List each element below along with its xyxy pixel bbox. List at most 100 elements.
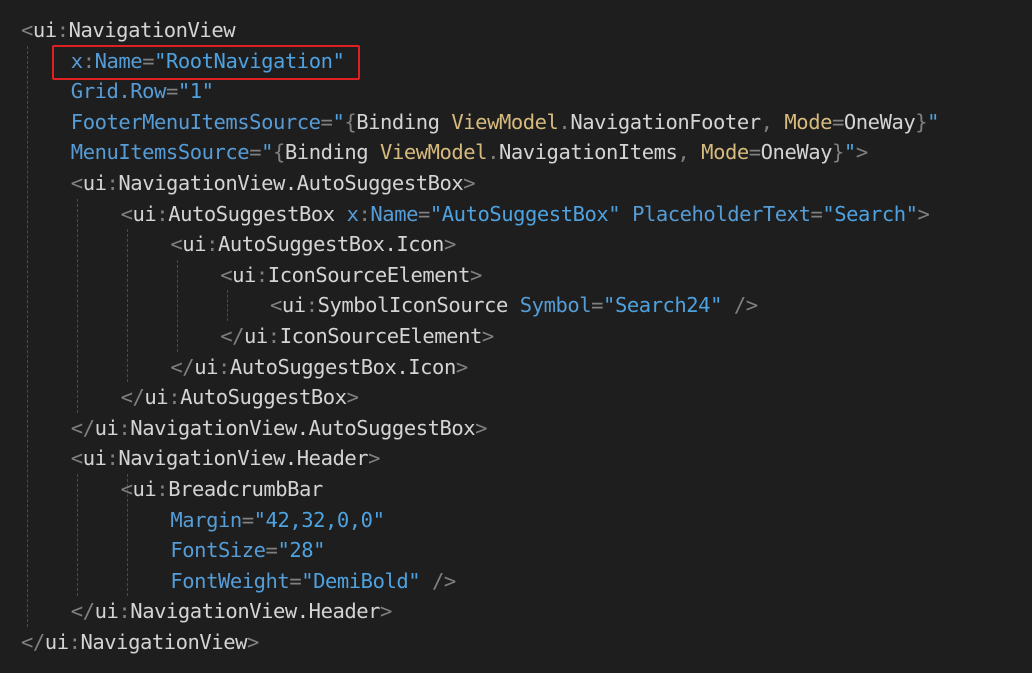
code-token: ui (44, 630, 69, 654)
code-token: = (249, 140, 262, 165)
code-line: MenuItemsSource="{Binding ViewModel.Navi… (71, 137, 868, 168)
code-token: AutoSuggestBox.Icon (218, 232, 444, 257)
code-token: ui (82, 446, 107, 471)
code-token: /> (420, 568, 456, 593)
code-token: </ (70, 415, 95, 440)
code-token: "1" (177, 79, 214, 104)
code-token: > (469, 262, 482, 287)
highlight-box (52, 45, 360, 80)
code-token: PlaceholderText (632, 201, 811, 226)
code-token: = (810, 201, 823, 226)
code-token: = (831, 109, 844, 134)
code-line: Margin="42,32,0,0" (170, 505, 385, 536)
code-token: : (156, 201, 169, 226)
code-line: </ui:IconSourceElement> (220, 321, 494, 352)
code-token: < (120, 477, 133, 501)
indent-guide (227, 290, 228, 321)
code-token: > (855, 140, 868, 165)
code-token: : (156, 477, 169, 501)
code-token: : (217, 354, 230, 379)
code-token: " (261, 140, 273, 165)
code-line: FontWeight="DemiBold" /> (170, 566, 456, 597)
code-line: </ui:AutoSuggestBox.Icon> (170, 352, 468, 383)
code-token: AutoSuggestBox (180, 385, 347, 410)
code-token: MenuItemsSource (70, 140, 250, 165)
code-token: = (265, 538, 278, 563)
indent-guide (77, 198, 78, 413)
indent-guide (27, 45, 28, 627)
code-token: NavigationView.AutoSuggestBox (130, 415, 476, 440)
code-token: ui (132, 477, 157, 501)
code-token: > (247, 630, 259, 654)
code-token: "42,32,0,0" (253, 507, 385, 532)
code-token: AutoSuggestBox (168, 201, 347, 226)
code-token: ViewModel (451, 109, 559, 134)
code-token: : (106, 446, 119, 471)
code-token: > (481, 324, 494, 348)
code-token: NavigationView.Header (118, 446, 369, 471)
code-token: < (70, 446, 83, 471)
code-token: > (368, 446, 381, 471)
code-token: < (270, 293, 282, 318)
code-token: = (241, 507, 254, 532)
code-token: : (305, 293, 318, 318)
code-token: = (591, 293, 604, 318)
code-line: <ui:AutoSuggestBox x:Name="AutoSuggestBo… (121, 199, 930, 230)
code-token: NavigationFooter (570, 109, 761, 134)
code-token: < (120, 201, 133, 226)
code-token: : (56, 18, 69, 42)
code-token: NavigationView (80, 630, 248, 654)
indent-guide (77, 474, 78, 597)
code-token: ui (32, 18, 57, 42)
code-token: "AutoSuggestBox" (429, 201, 621, 226)
code-line: FooterMenuItemsSource="{Binding ViewMode… (71, 107, 940, 138)
code-token: { (344, 109, 357, 134)
code-token: Mode (701, 140, 749, 165)
code-token: Binding (284, 140, 381, 165)
code-token: : (267, 324, 280, 348)
code-token: ui (94, 599, 119, 624)
code-token: > (380, 599, 392, 624)
code-line: </ui:NavigationView> (21, 627, 259, 658)
code-token: : (255, 262, 268, 287)
code-token: ui (194, 354, 218, 379)
code-token: IconSourceElement (267, 262, 471, 287)
code-token: = (289, 568, 302, 593)
code-token: < (170, 232, 183, 257)
code-token: = (165, 79, 178, 104)
code-token: Binding (356, 109, 452, 134)
code-token: ViewModel (380, 140, 488, 165)
code-token: " (332, 109, 345, 134)
code-token: "Search24" (603, 293, 722, 318)
code-token: : (206, 232, 218, 257)
code-line: <ui:SymbolIconSource Symbol="Search24" /… (270, 290, 758, 321)
code-line: <ui:AutoSuggestBox.Icon> (170, 229, 456, 260)
code-token: NavigationView.Header (130, 599, 381, 624)
code-token: = (417, 201, 430, 226)
code-token: ui (94, 415, 119, 440)
code-token: " (843, 140, 856, 165)
code-token: . (487, 140, 499, 165)
code-token: OneWay (760, 140, 833, 165)
code-editor[interactable]: <ui:NavigationView x:Name="RootNavigation… (0, 0, 1032, 673)
code-token: : (68, 630, 81, 654)
code-token: Margin (170, 507, 242, 532)
code-token: OneWay (843, 109, 916, 134)
code-token: IconSourceElement (279, 324, 483, 348)
code-token: . (558, 109, 571, 134)
code-token: , (677, 140, 702, 165)
code-token: : (118, 599, 131, 624)
code-line: <ui:NavigationView.Header> (70, 443, 381, 474)
code-token: Grid.Row (70, 79, 167, 104)
code-token: } (915, 109, 928, 134)
code-token: = (320, 109, 333, 134)
code-token: </ (70, 599, 95, 624)
code-line: </ui:AutoSuggestBox> (121, 382, 359, 413)
code-token: ui (132, 201, 157, 226)
code-token: > (463, 171, 476, 195)
code-token: > (346, 385, 359, 410)
code-token: </ (21, 630, 45, 654)
code-token: x (346, 201, 359, 226)
code-token: > (475, 415, 488, 440)
